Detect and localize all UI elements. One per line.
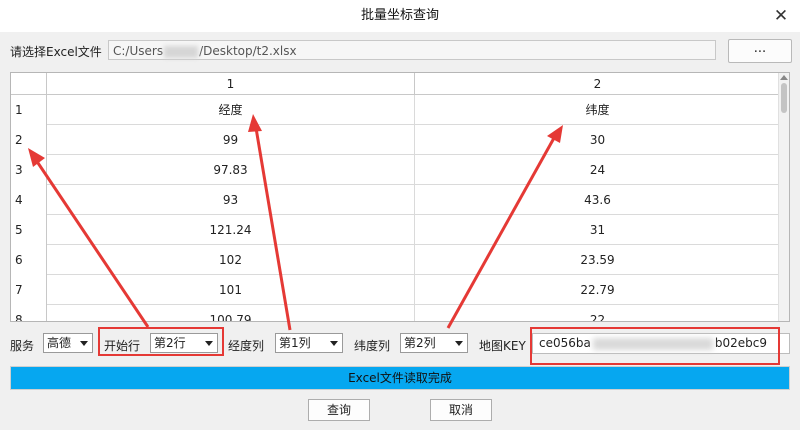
chevron-down-icon [455, 341, 463, 346]
options-row: 服务 高德 开始行 第2行 经度列 第1列 纬度列 第2列 地图KEY ce05… [0, 331, 800, 357]
table-cell[interactable]: 93 [47, 185, 415, 215]
file-path-input[interactable]: C:/Users/Desktop/t2.xlsx [108, 40, 716, 60]
table-corner [11, 73, 47, 95]
start-row-select[interactable]: 第2行 [150, 333, 218, 353]
row-header[interactable]: 1 [11, 95, 47, 125]
table-cell[interactable]: 23.59 [415, 245, 781, 275]
table-cell[interactable]: 101 [47, 275, 415, 305]
map-key-label: 地图KEY [479, 339, 526, 353]
lat-column-label: 纬度列 [354, 339, 391, 353]
file-label: 请选择Excel文件 [10, 45, 102, 59]
scroll-up-arrow-icon[interactable] [780, 75, 788, 80]
progress-text: Excel文件读取完成 [348, 371, 452, 385]
column-header-1[interactable]: 1 [47, 73, 415, 95]
row-header[interactable]: 2 [11, 125, 47, 155]
browse-button[interactable]: ... [728, 39, 792, 63]
vertical-scrollbar[interactable] [778, 73, 789, 321]
map-key-suffix: b02ebc9 [714, 336, 767, 350]
lat-column-value: 第2列 [404, 336, 436, 350]
row-header[interactable]: 7 [11, 275, 47, 305]
row-header[interactable]: 3 [11, 155, 47, 185]
chevron-down-icon [80, 341, 88, 346]
table-cell[interactable]: 99 [47, 125, 415, 155]
chevron-down-icon [205, 341, 213, 346]
map-key-prefix: ce056ba [539, 336, 591, 350]
table-cell[interactable]: 43.6 [415, 185, 781, 215]
file-path-suffix: /Desktop/t2.xlsx [199, 44, 297, 58]
close-icon[interactable]: ✕ [772, 7, 790, 25]
file-row: 请选择Excel文件 C:/Users/Desktop/t2.xlsx ... [0, 38, 800, 64]
table-cell[interactable]: 22.79 [415, 275, 781, 305]
redacted-key [592, 337, 713, 350]
table-cell[interactable]: 30 [415, 125, 781, 155]
window-title: 批量坐标查询 [360, 8, 439, 23]
row-header[interactable]: 4 [11, 185, 47, 215]
table-cell[interactable]: 31 [415, 215, 781, 245]
title-bar: 批量坐标查询 ✕ [0, 0, 800, 32]
start-row-value: 第2行 [154, 336, 186, 350]
row-header[interactable]: 6 [11, 245, 47, 275]
table-cell[interactable]: 经度 [47, 95, 415, 125]
service-label: 服务 [10, 339, 35, 353]
query-button[interactable]: 查询 [308, 399, 370, 421]
table-cell[interactable]: 102 [47, 245, 415, 275]
lng-column-select[interactable]: 第1列 [275, 333, 343, 353]
table-cell[interactable]: 纬度 [415, 95, 781, 125]
column-header-2[interactable]: 2 [415, 73, 781, 95]
table-cell[interactable]: 100.79 [47, 305, 415, 321]
service-value: 高德 [47, 336, 72, 350]
lat-column-select[interactable]: 第2列 [400, 333, 468, 353]
data-table[interactable]: 1 2 1 经度 纬度 2 99 30 3 97.83 24 4 93 43.6… [10, 72, 790, 322]
lng-column-value: 第1列 [279, 336, 311, 350]
table-cell[interactable]: 22 [415, 305, 781, 321]
cancel-button[interactable]: 取消 [430, 399, 492, 421]
lng-column-label: 经度列 [228, 339, 265, 353]
map-key-input[interactable]: ce056ba b02ebc9 [532, 333, 790, 354]
service-select[interactable]: 高德 [43, 333, 93, 353]
scroll-thumb[interactable] [781, 83, 787, 113]
file-path-prefix: C:/Users [113, 44, 164, 58]
row-header[interactable]: 8 [11, 305, 47, 321]
progress-bar: Excel文件读取完成 [10, 366, 790, 390]
redacted-username [164, 45, 199, 58]
table-cell[interactable]: 97.83 [47, 155, 415, 185]
chevron-down-icon [330, 341, 338, 346]
row-header[interactable]: 5 [11, 215, 47, 245]
table-cell[interactable]: 121.24 [47, 215, 415, 245]
table-cell[interactable]: 24 [415, 155, 781, 185]
start-row-label: 开始行 [104, 339, 141, 353]
